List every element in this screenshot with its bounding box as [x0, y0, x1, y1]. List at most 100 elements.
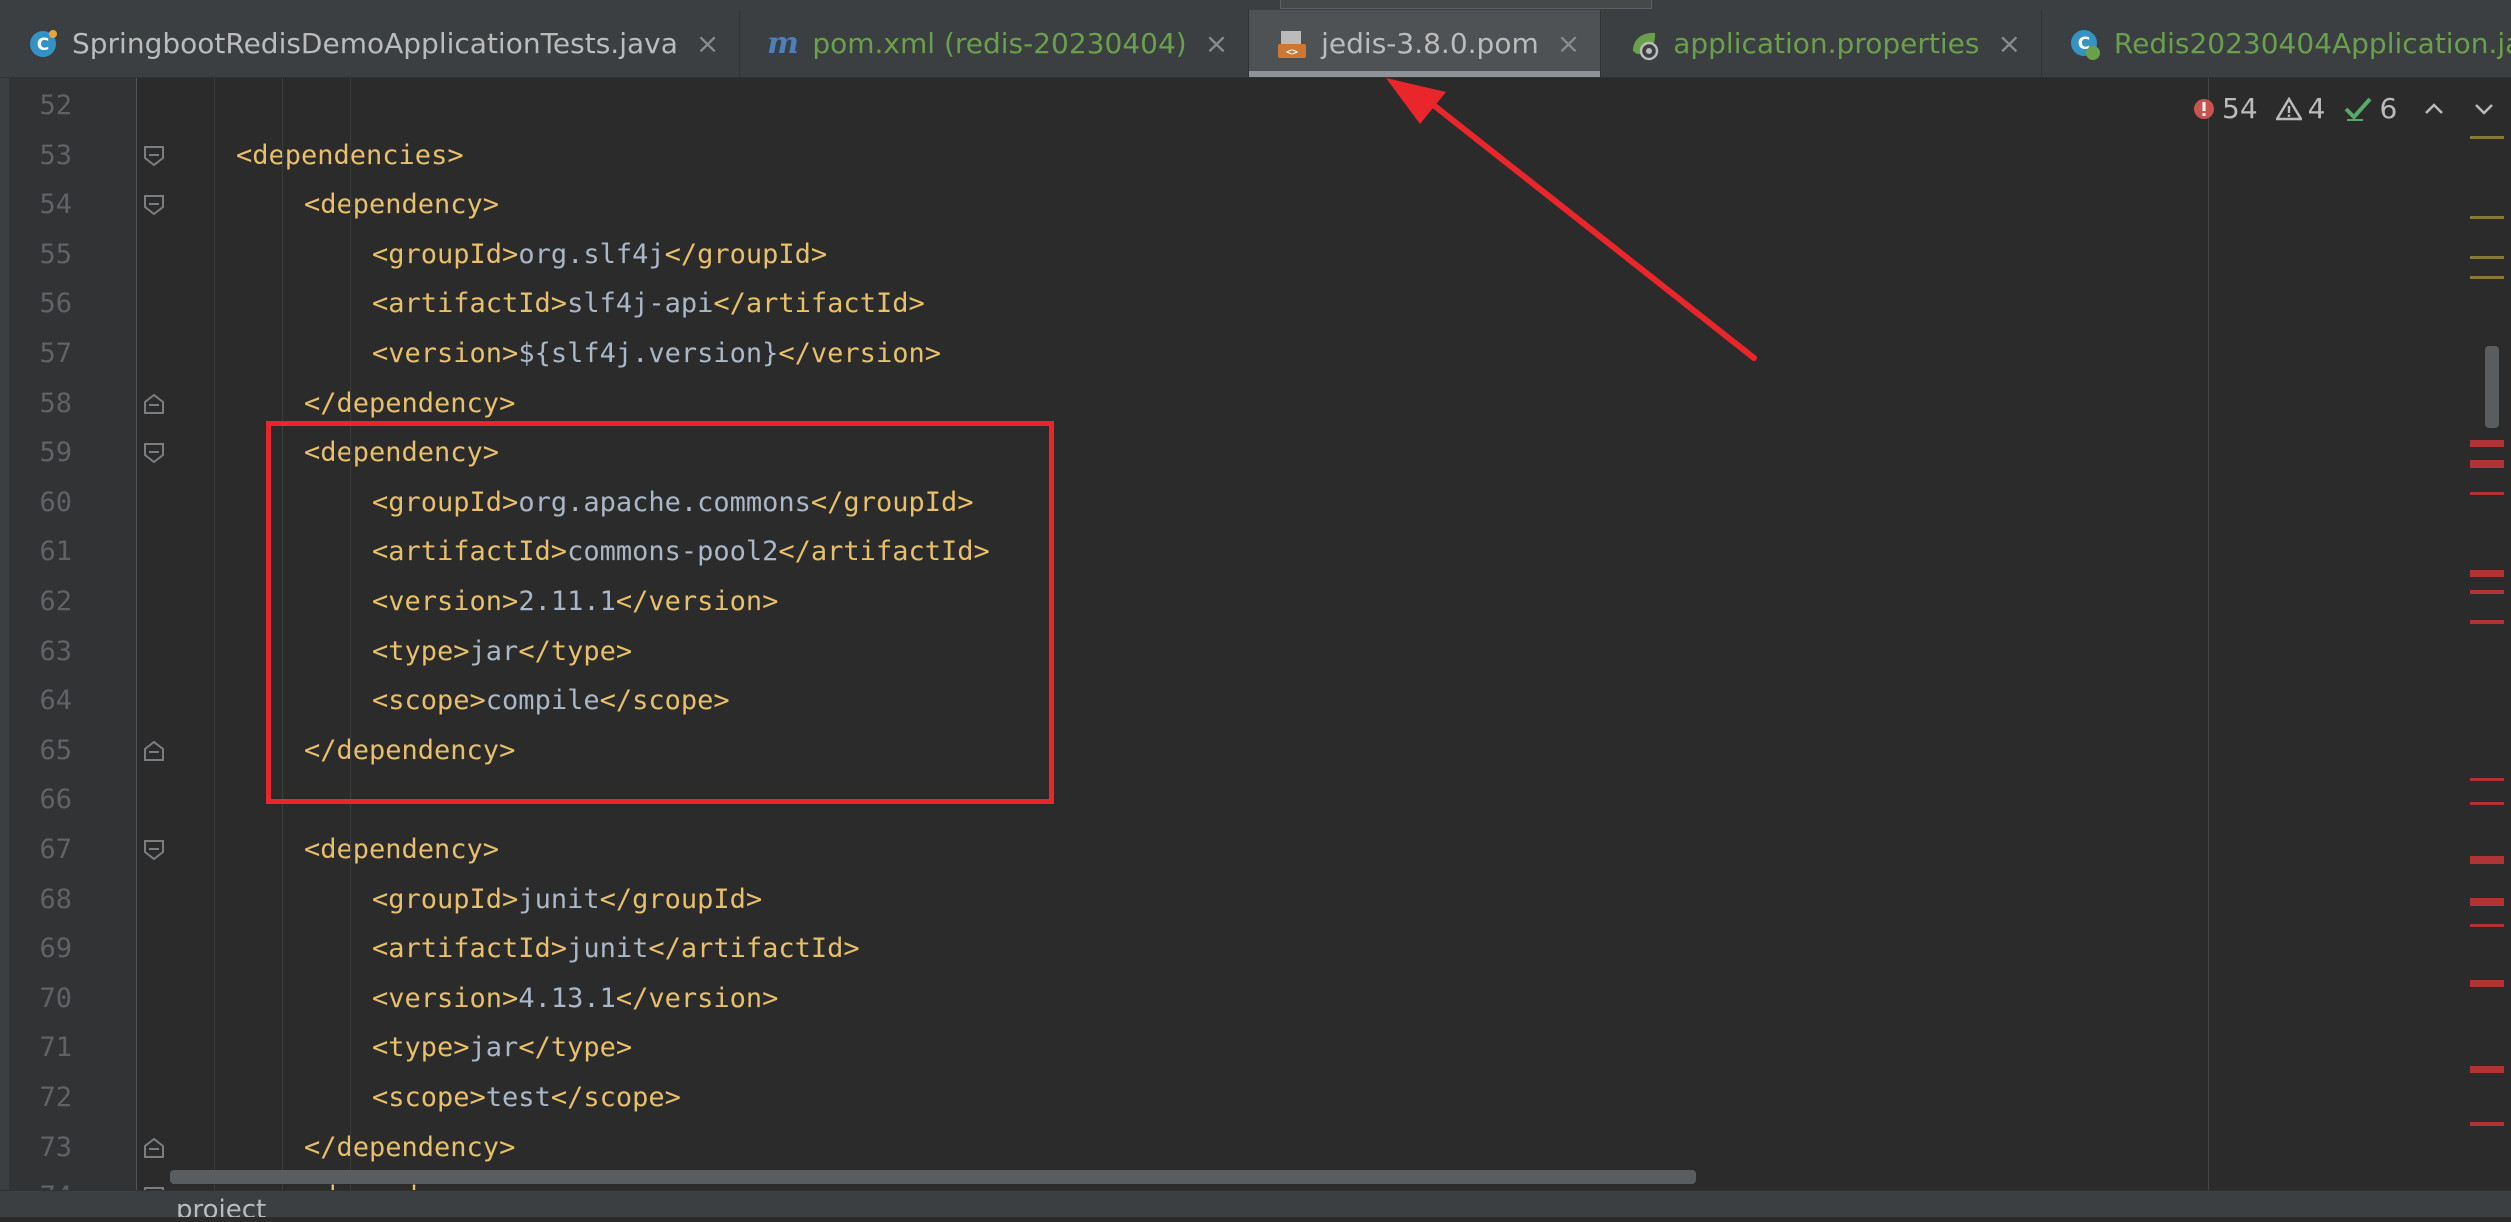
error-stripe[interactable]: [2470, 78, 2511, 1190]
tab-close-icon[interactable]: ×: [1557, 27, 1580, 60]
line-number: 73: [39, 1131, 72, 1163]
error-icon: [2194, 98, 2214, 119]
xml-tag: </artifactId>: [648, 933, 860, 965]
error-count: 54: [2222, 92, 2258, 125]
run-config-selector[interactable]: [1280, 0, 1652, 9]
xml-text: org.slf4j: [518, 238, 665, 270]
java-class-icon: C: [26, 27, 60, 61]
vertical-scrollbar-thumb[interactable]: [2485, 346, 2499, 428]
tab-label: pom.xml (redis-20230404): [812, 27, 1187, 60]
editor-gutter: 52 53 54 55 56 57 58 59 60 61 62 63 64 65 66 67 68 69 70 71…: [0, 78, 164, 1212]
tab-close-icon[interactable]: ×: [1205, 27, 1228, 60]
line-number: 69: [39, 933, 72, 965]
window-top-strip: [0, 0, 2511, 10]
line-number: 56: [39, 288, 72, 320]
error-stripe-mark[interactable]: [2470, 924, 2504, 927]
spring-boot-class-icon: C: [2068, 27, 2102, 61]
xml-text: test: [485, 1082, 551, 1113]
error-stripe-mark[interactable]: [2470, 1122, 2504, 1126]
editor-tab-bar: C SpringbootRedisDemoApplicationTests.jav…: [0, 10, 2511, 78]
error-stripe-mark[interactable]: [2470, 570, 2504, 577]
weak-warning-count: 6: [2379, 92, 2398, 125]
xml-tag: <groupId>: [372, 238, 519, 270]
line-number: 57: [39, 338, 72, 369]
xml-text: ${slf4j.version}: [518, 338, 779, 369]
error-stripe-mark[interactable]: [2470, 802, 2504, 805]
line-number: 68: [39, 883, 72, 915]
annotation-arrow-icon: [1386, 78, 1757, 361]
xml-tag: </version>: [778, 338, 941, 369]
horizontal-scrollbar-thumb[interactable]: [170, 1170, 1696, 1184]
fold-collapse-icon[interactable]: [143, 194, 165, 216]
error-stripe-mark[interactable]: [2470, 856, 2504, 864]
xml-tag: <dependency>: [304, 189, 500, 221]
xml-text: slf4j-api: [567, 288, 714, 320]
line-number: 54: [39, 189, 72, 221]
line-number: 63: [39, 635, 72, 667]
breadcrumb: project: [0, 1190, 2511, 1217]
line-number: 67: [39, 834, 72, 865]
fold-end-icon[interactable]: [143, 1137, 165, 1159]
error-stripe-mark[interactable]: [2470, 440, 2504, 447]
tab-close-icon[interactable]: ×: [1997, 27, 2020, 60]
line-number: 64: [39, 685, 72, 717]
previous-highlight-chevron-up-icon[interactable]: [2421, 96, 2447, 122]
code-line: <scope>test</scope>: [372, 1073, 681, 1123]
tab-application-properties[interactable]: application.properties ×: [1601, 10, 2042, 77]
xml-tag: </dependency>: [304, 387, 516, 419]
warning-stripe-mark[interactable]: [2470, 216, 2504, 219]
tab-pom-xml-redis-20230404[interactable]: m pom.xml (redis-20230404) ×: [740, 10, 1250, 77]
error-stripe-mark[interactable]: [2470, 460, 2504, 468]
fold-collapse-icon[interactable]: [143, 442, 165, 464]
xml-tag: <dependency>: [304, 834, 500, 865]
inspection-widget[interactable]: 54 4 6: [2192, 92, 2497, 125]
fold-end-icon[interactable]: [143, 740, 165, 762]
right-margin-guide: [2208, 78, 2209, 1190]
warning-stripe-mark[interactable]: [2470, 256, 2504, 259]
xml-text: junit: [518, 883, 600, 915]
xml-tag: <type>: [372, 1032, 470, 1064]
code-line: <dependency>: [304, 180, 499, 230]
tab-label: SpringbootRedisDemoApplicationTests.java: [72, 27, 678, 60]
error-stripe-mark[interactable]: [2470, 778, 2504, 781]
warning-stripe-mark[interactable]: [2470, 136, 2504, 139]
fold-end-icon[interactable]: [143, 393, 165, 415]
line-number: 55: [39, 238, 72, 270]
line-number: 52: [39, 90, 72, 121]
xml-tag: <scope>: [372, 1082, 486, 1113]
tab-label: Redis20230404Application.java: [2113, 27, 2511, 60]
code-line: <version>4.13.1</version>: [372, 974, 778, 1024]
error-stripe-mark[interactable]: [2470, 492, 2504, 495]
indent-guide: [214, 78, 215, 1190]
xml-tag: <version>: [372, 982, 519, 1014]
error-stripe-mark[interactable]: [2470, 980, 2504, 987]
fold-collapse-icon[interactable]: [143, 145, 165, 167]
xml-tag: </version>: [615, 982, 779, 1014]
warning-stripe-mark[interactable]: [2470, 276, 2504, 279]
line-number: 62: [39, 586, 72, 617]
tab-jedis-3-8-0-pom[interactable]: <> jedis-3.8.0.pom ×: [1249, 10, 1602, 77]
fold-collapse-icon[interactable]: [143, 839, 165, 861]
code-line: <artifactId>junit</artifactId>: [372, 924, 860, 974]
line-number: 71: [39, 1032, 72, 1064]
tab-springbootredisdemoapplicationtests-java[interactable]: C SpringbootRedisDemoApplicationTests.jav…: [0, 10, 741, 77]
code-line: <artifactId>slf4j-api</artifactId>: [372, 279, 925, 329]
xml-tag: <artifactId>: [372, 288, 568, 320]
svg-text:m: m: [767, 27, 799, 61]
error-stripe-mark[interactable]: [2470, 1066, 2504, 1073]
error-stripe-mark[interactable]: [2470, 898, 2504, 906]
xml-text: junit: [567, 933, 649, 965]
xml-tag: </scope>: [550, 1082, 681, 1113]
xml-tag: <groupId>: [372, 883, 519, 915]
line-number: 61: [39, 536, 72, 568]
error-stripe-mark[interactable]: [2470, 620, 2504, 624]
error-stripe-mark[interactable]: [2470, 590, 2504, 594]
tab-redis20230404application-java[interactable]: CRedis20230404Application.java×: [2042, 10, 2511, 77]
code-line: <version>${slf4j.version}</version>: [372, 329, 941, 379]
tab-close-icon[interactable]: ×: [696, 27, 719, 60]
line-number: 60: [39, 486, 72, 518]
svg-text:C: C: [37, 35, 49, 55]
annotation-highlight-box: [266, 421, 1054, 804]
tab-label: jedis-3.8.0.pom: [1321, 27, 1539, 60]
breadcrumb-item-project[interactable]: project: [176, 1195, 266, 1217]
